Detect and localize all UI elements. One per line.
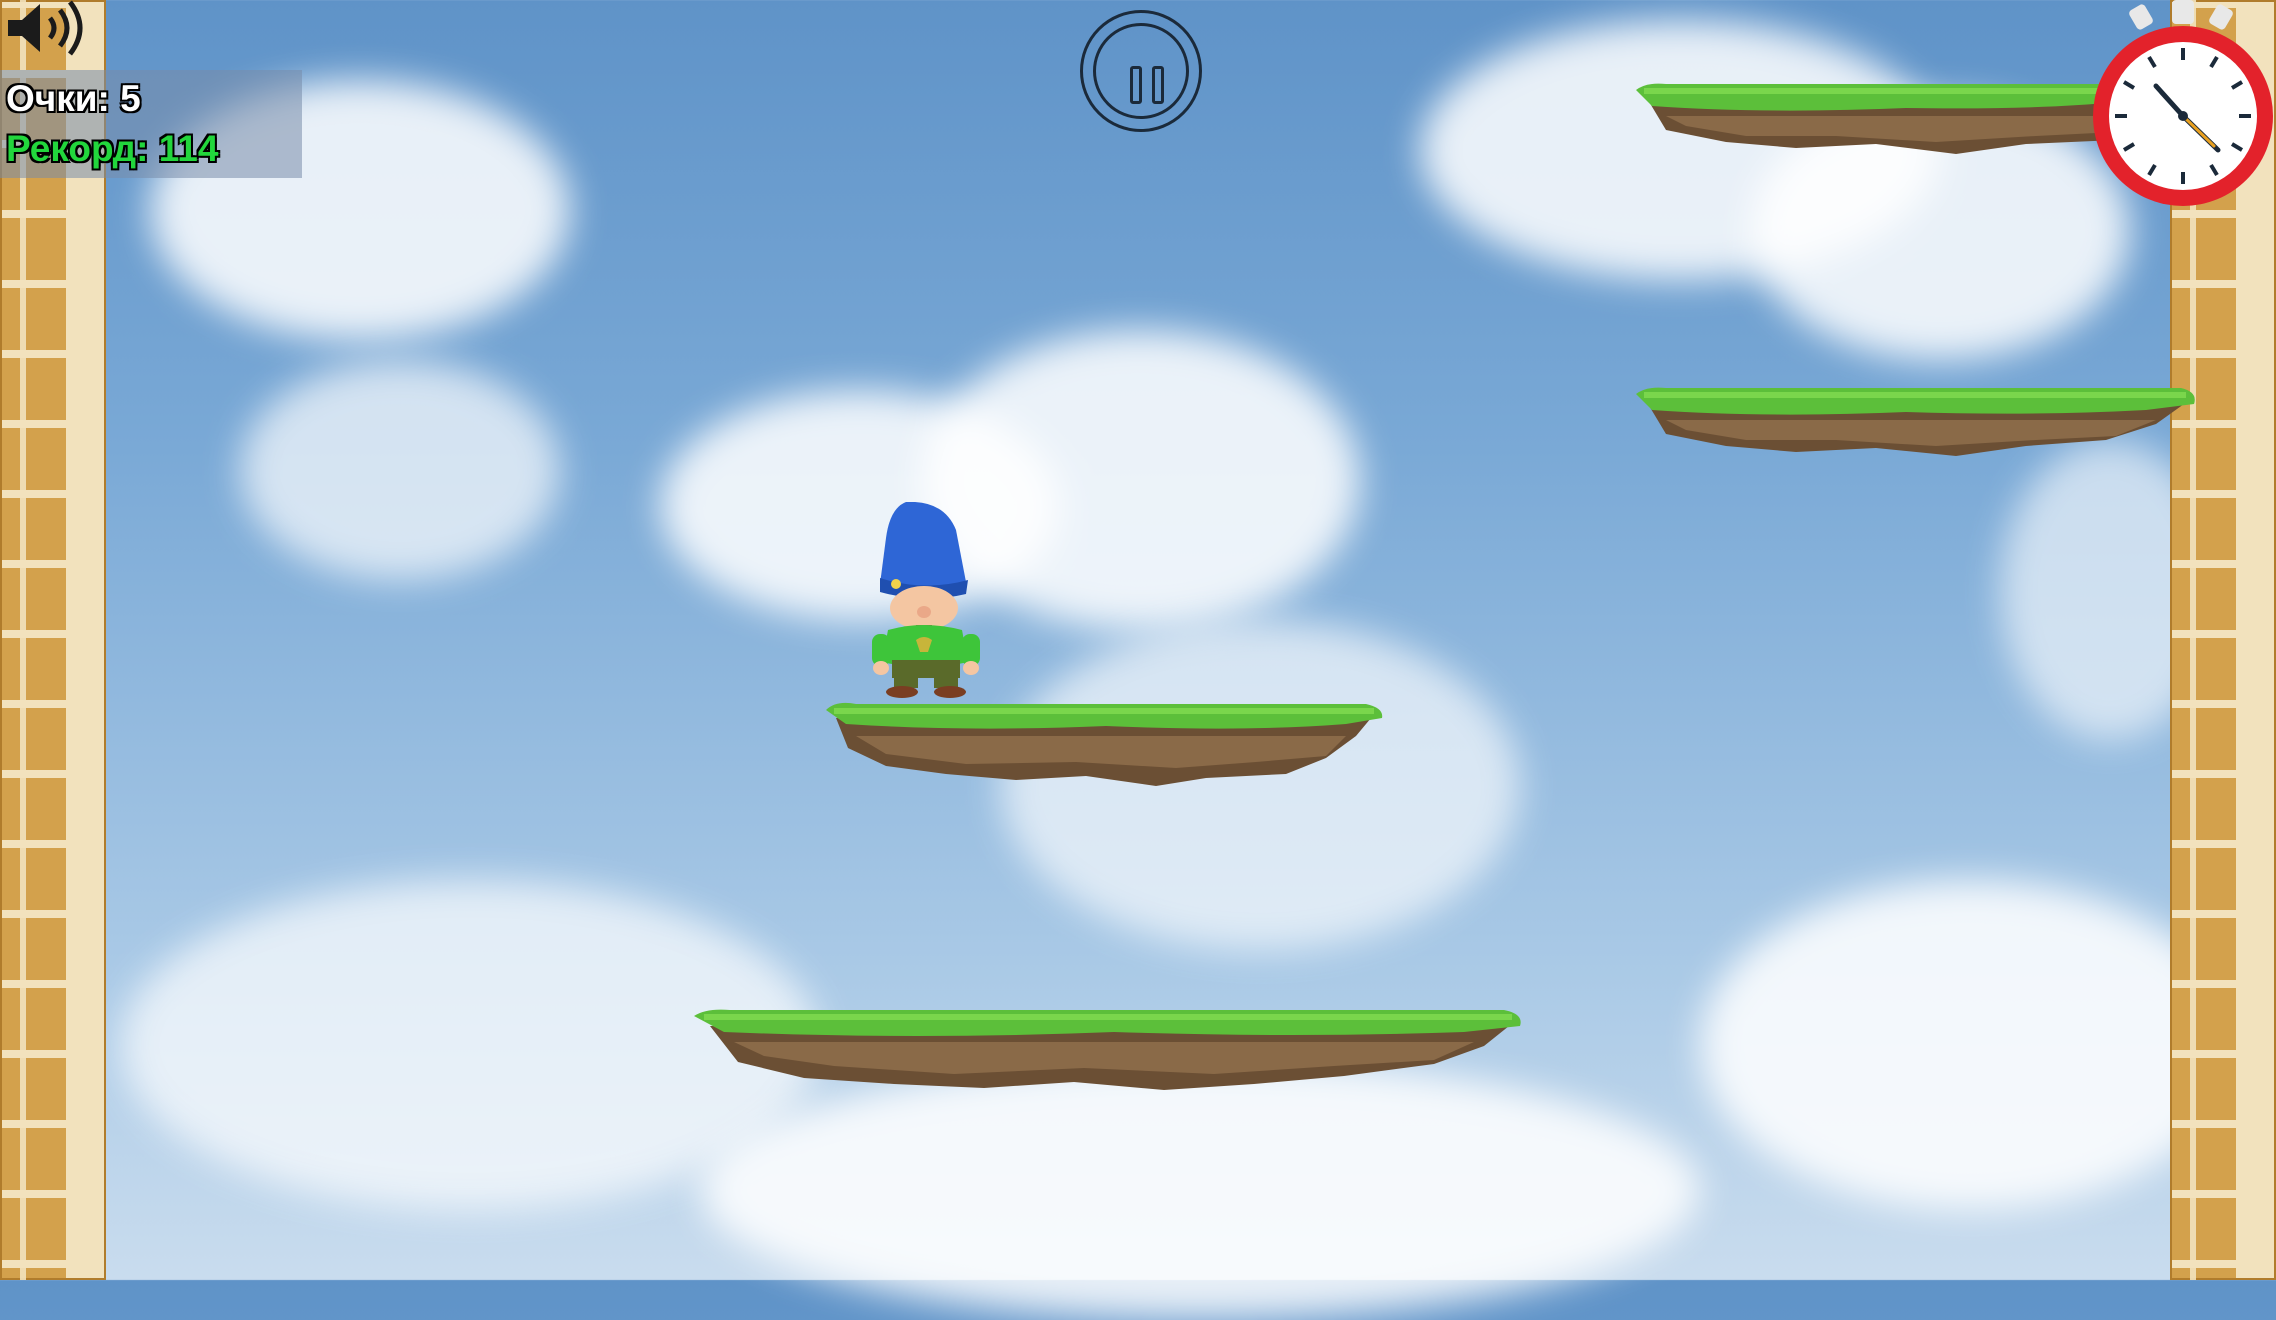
floating-platform	[694, 1009, 1521, 1090]
cloud	[1700, 880, 2240, 1210]
pause-bar	[1152, 66, 1164, 104]
cloud	[240, 360, 560, 580]
pause-icon	[1093, 23, 1189, 119]
pause-button[interactable]	[1080, 10, 1202, 132]
floating-platform	[1636, 387, 2195, 456]
cloud	[920, 330, 1360, 630]
record-label: Рекорд: 114	[6, 128, 219, 169]
floating-platform	[826, 702, 1383, 786]
floating-platform	[1636, 83, 2116, 154]
gnome-character	[872, 502, 980, 698]
sound-toggle-button[interactable]	[0, 0, 86, 56]
speaker-volume-icon	[8, 0, 83, 56]
score-panel: Очки: 5 Рекорд: 114	[0, 70, 302, 178]
score-label: Очки: 5	[6, 78, 141, 119]
stopwatch-icon	[2093, 0, 2273, 206]
pause-bar	[1130, 66, 1142, 104]
game-scene[interactable]: Очки: 5 Рекорд: 114	[0, 0, 2276, 1320]
left-brick-wall	[0, 0, 106, 1280]
